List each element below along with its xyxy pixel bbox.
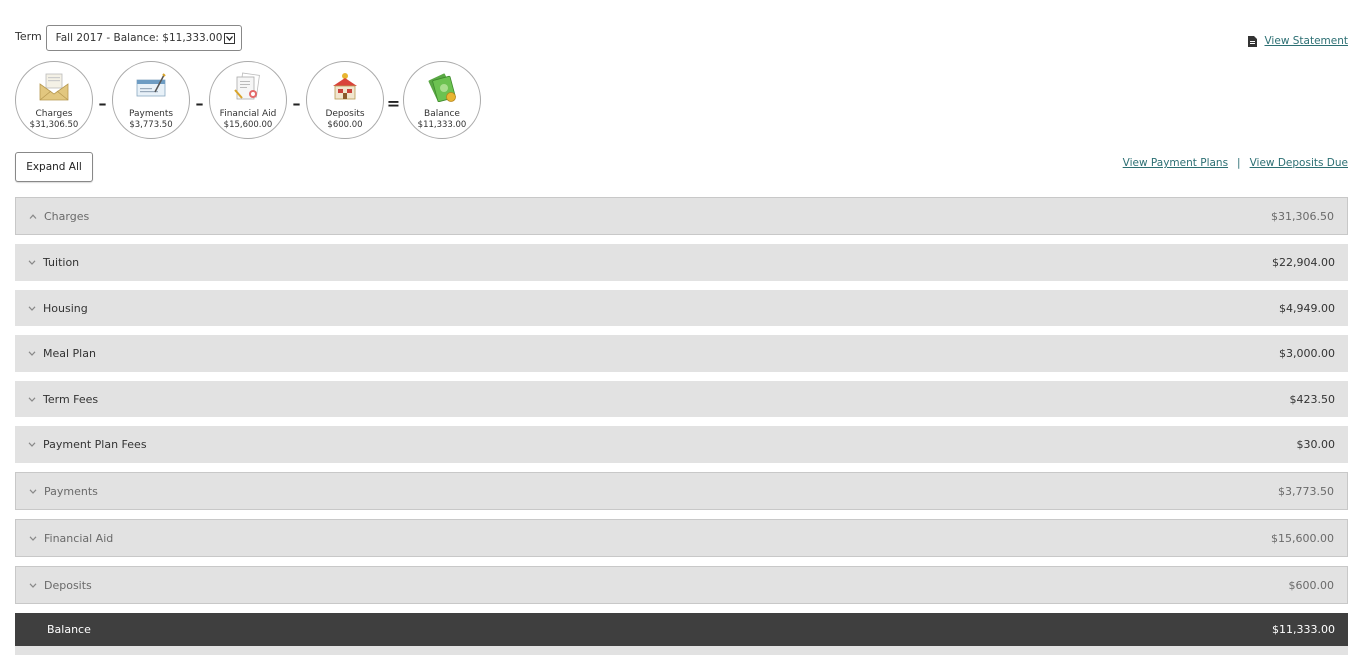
section-financial-aid[interactable]: Financial Aid $15,600.00 — [15, 519, 1348, 557]
minus-operator: – — [292, 93, 301, 113]
section-deposits[interactable]: Deposits $600.00 — [15, 566, 1348, 604]
row-housing-label: Housing — [43, 301, 88, 315]
balance-total-row: Balance $11,333.00 — [15, 613, 1348, 646]
section-charges-amount: $31,306.50 — [1271, 209, 1334, 223]
expand-all-button[interactable]: Expand All — [15, 152, 93, 182]
view-statement: View Statement — [1248, 35, 1348, 47]
section-deposits-label: Deposits — [44, 578, 92, 592]
summary-charges-value: $31,306.50 — [29, 120, 79, 130]
summary-charges[interactable]: Charges $31,306.50 — [15, 61, 93, 139]
summary-financial-aid-label: Financial Aid — [219, 109, 277, 119]
summary-equation: Charges $31,306.50 – Payments $3,773.50 … — [15, 61, 481, 139]
row-meal-plan-amount: $3,000.00 — [1279, 347, 1335, 360]
summary-financial-aid-value: $15,600.00 — [223, 120, 273, 130]
section-financial-aid-amount: $15,600.00 — [1271, 531, 1334, 545]
equals-operator: = — [386, 93, 401, 113]
summary-deposits-label: Deposits — [325, 109, 365, 119]
row-term-fees-label: Term Fees — [43, 392, 99, 406]
section-financial-aid-label: Financial Aid — [44, 531, 114, 545]
row-term-fees[interactable]: Term Fees $423.50 — [15, 381, 1348, 417]
row-payment-plan-fees-amount: $30.00 — [1296, 438, 1336, 451]
term-select[interactable]: Fall 2017 - Balance: $11,333.00 — [45, 25, 243, 51]
row-tuition-label: Tuition — [43, 256, 80, 269]
chevron-down-icon — [27, 305, 37, 311]
term-row: Term Fall 2017 - Balance: $11,333.00 — [15, 24, 243, 52]
chevron-down-icon — [28, 582, 38, 588]
summary-balance-label: Balance — [424, 109, 460, 119]
documents-icon — [231, 71, 265, 103]
view-deposits-due-link[interactable]: View Deposits Due — [1250, 157, 1348, 169]
summary-deposits[interactable]: Deposits $600.00 — [306, 61, 384, 139]
house-icon — [328, 71, 362, 103]
check-icon — [134, 71, 168, 103]
section-deposits-amount: $600.00 — [1288, 578, 1335, 592]
summary-payments-label: Payments — [128, 109, 174, 119]
row-term-fees-amount: $423.50 — [1289, 392, 1336, 406]
chevron-down-icon[interactable] — [224, 32, 236, 44]
view-payment-plans-link[interactable]: View Payment Plans — [1123, 157, 1228, 169]
term-select-value: Fall 2017 - Balance: $11,333.00 — [55, 32, 223, 44]
view-statement-link[interactable]: View Statement — [1264, 35, 1348, 47]
money-icon — [425, 71, 459, 103]
summary-balance-value: $11,333.00 — [417, 120, 467, 130]
row-housing-amount: $4,949.00 — [1279, 301, 1335, 315]
row-payment-plan-fees-label: Payment Plan Fees — [43, 438, 147, 451]
chevron-down-icon — [27, 442, 37, 447]
chevron-down-icon — [27, 351, 37, 356]
summary-financial-aid[interactable]: Financial Aid $15,600.00 — [209, 61, 287, 139]
summary-payments[interactable]: Payments $3,773.50 — [112, 61, 190, 139]
row-housing[interactable]: Housing $4,949.00 — [15, 290, 1348, 326]
section-charges[interactable]: Charges $31,306.50 — [15, 197, 1348, 235]
balance-total-amount: $11,333.00 — [1272, 623, 1335, 636]
link-separator: | — [1237, 157, 1241, 169]
chevron-down-icon — [27, 396, 37, 402]
row-payment-plan-fees[interactable]: Payment Plan Fees $30.00 — [15, 426, 1348, 463]
section-payments[interactable]: Payments $3,773.50 — [15, 472, 1348, 510]
summary-charges-label: Charges — [35, 109, 73, 119]
plan-links: View Payment Plans | View Deposits Due — [1123, 157, 1348, 169]
chevron-down-icon — [27, 260, 37, 265]
minus-operator: – — [98, 93, 107, 113]
document-icon — [1248, 35, 1258, 47]
summary-deposits-value: $600.00 — [327, 120, 363, 130]
row-tuition[interactable]: Tuition $22,904.00 — [15, 244, 1348, 281]
chevron-up-icon — [28, 213, 38, 219]
envelope-icon — [37, 71, 71, 103]
chevron-down-icon — [28, 488, 38, 494]
row-tuition-amount: $22,904.00 — [1272, 256, 1335, 269]
term-label: Term — [15, 29, 42, 43]
section-payments-label: Payments — [44, 484, 98, 498]
bottom-strip — [15, 646, 1348, 655]
summary-payments-value: $3,773.50 — [129, 120, 173, 130]
minus-operator: – — [195, 93, 204, 113]
section-payments-amount: $3,773.50 — [1278, 484, 1334, 498]
balance-total-label: Balance — [47, 623, 91, 636]
chevron-down-icon — [28, 535, 38, 541]
summary-balance[interactable]: Balance $11,333.00 — [403, 61, 481, 139]
section-charges-label: Charges — [44, 209, 90, 223]
row-meal-plan[interactable]: Meal Plan $3,000.00 — [15, 335, 1348, 372]
row-meal-plan-label: Meal Plan — [43, 347, 96, 360]
